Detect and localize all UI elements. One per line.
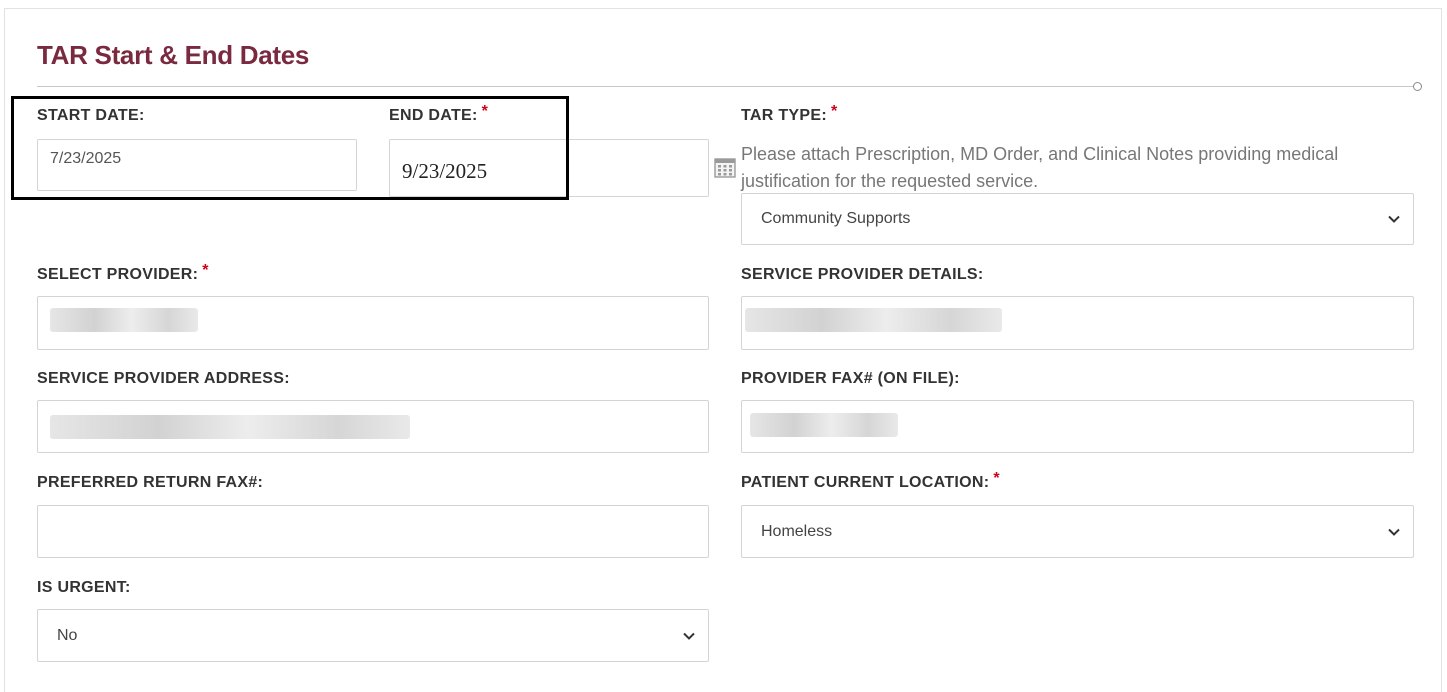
preferred-return-fax-input[interactable]	[37, 505, 709, 558]
form-card	[4, 8, 1442, 692]
redacted-provider	[50, 308, 198, 332]
start-date-label: START DATE:	[37, 107, 145, 124]
end-date-value: 9/23/2025	[402, 158, 488, 183]
tar-type-hint: Please attach Prescription, MD Order, an…	[741, 144, 1339, 191]
patient-location-value: Homeless	[761, 522, 833, 540]
resize-handle-icon[interactable]	[1413, 82, 1422, 91]
end-date-input[interactable]: 9/23/2025	[389, 139, 709, 197]
required-mark: *	[830, 103, 838, 120]
provider-fax-label: PROVIDER FAX# (ON FILE):	[741, 370, 960, 387]
preferred-return-fax-label: PREFERRED RETURN FAX#:	[37, 474, 264, 491]
required-mark: *	[481, 103, 489, 120]
patient-current-location-select[interactable]: Homeless	[741, 505, 1414, 558]
redacted-provider-details	[745, 308, 1002, 332]
patient-current-location-label: PATIENT CURRENT LOCATION: *	[741, 470, 1000, 491]
required-mark: *	[202, 262, 209, 279]
redacted-provider-fax	[750, 413, 898, 437]
redacted-provider-address	[50, 415, 410, 439]
service-provider-details-label: SERVICE PROVIDER DETAILS:	[741, 266, 984, 283]
tar-type-select[interactable]: Community Supports	[741, 193, 1414, 245]
select-provider-label: SELECT PROVIDER: *	[37, 262, 209, 283]
chevron-down-icon	[683, 632, 695, 640]
is-urgent-select[interactable]: No	[37, 609, 709, 662]
end-date-label: END DATE: *	[389, 103, 489, 124]
service-provider-address-label: SERVICE PROVIDER ADDRESS:	[37, 370, 290, 387]
section-title: TAR Start & End Dates	[37, 40, 310, 70]
chevron-down-icon	[1388, 528, 1400, 536]
is-urgent-label: IS URGENT:	[37, 579, 131, 596]
chevron-down-icon	[1388, 215, 1400, 223]
tar-type-value: Community Supports	[761, 210, 911, 227]
start-date-input[interactable]: 7/23/2025	[37, 139, 357, 191]
tar-type-label: TAR TYPE: *	[741, 103, 838, 124]
calendar-icon[interactable]	[714, 158, 736, 178]
required-mark: *	[993, 470, 1000, 487]
start-date-value: 7/23/2025	[50, 150, 122, 167]
is-urgent-value: No	[57, 626, 78, 644]
section-divider	[37, 86, 1418, 87]
